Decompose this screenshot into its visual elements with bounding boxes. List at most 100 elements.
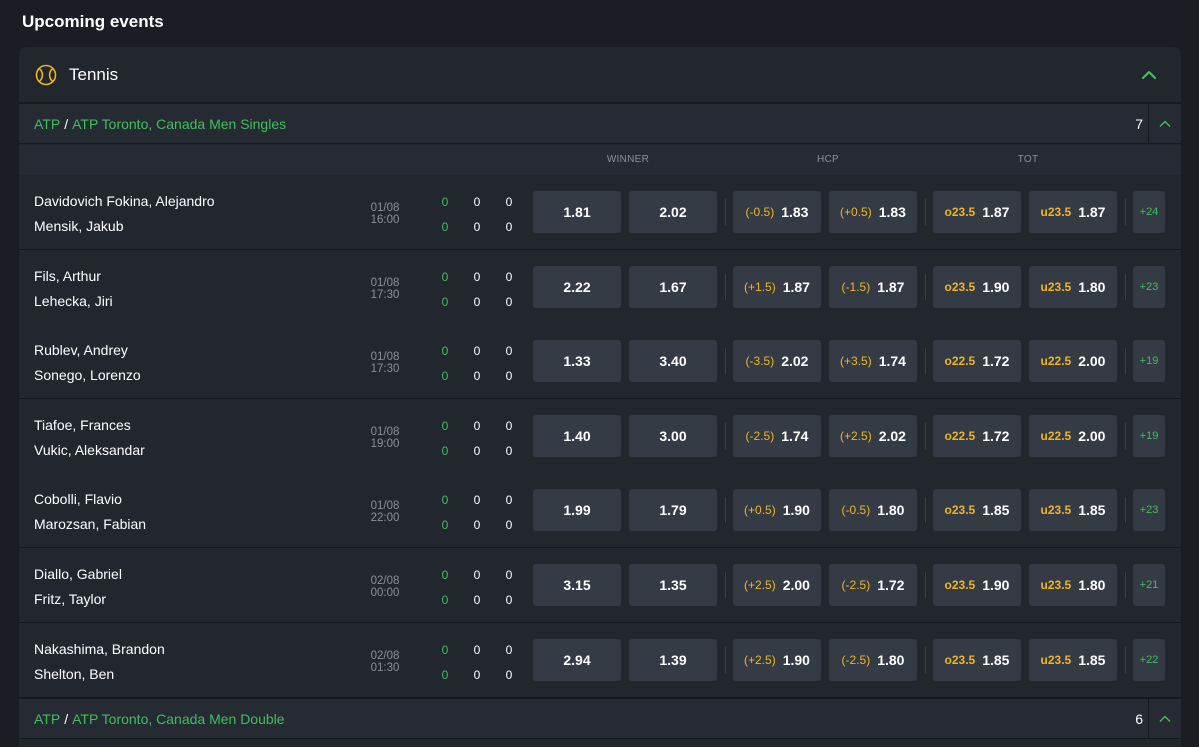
match-row[interactable]: Cobolli, Flavio Marozsan, Fabian 01/08 22:0… bbox=[19, 473, 1181, 548]
hcp-home-odds-button[interactable]: (+2.5) 2.00 bbox=[733, 564, 821, 606]
match-row[interactable]: Fils, Arthur Lehecka, Jiri 01/08 17:30 0 0 0 0 0… bbox=[19, 250, 1181, 325]
away-team-name[interactable]: Shelton, Ben bbox=[34, 666, 114, 682]
away-team-name[interactable]: Vukic, Aleksandar bbox=[34, 442, 145, 458]
more-markets-button[interactable]: +21 bbox=[1133, 564, 1165, 606]
winner-home-odds-button[interactable]: 3.15 bbox=[533, 564, 621, 606]
breadcrumb-separator: / bbox=[64, 710, 69, 727]
league-collapse-button[interactable] bbox=[1148, 699, 1181, 738]
total-line: u22.5 bbox=[1040, 354, 1072, 368]
total-over-odds-button[interactable]: o22.5 1.72 bbox=[933, 340, 1021, 382]
home-team-name[interactable]: Rublev, Andrey bbox=[34, 342, 128, 358]
total-under-odds-button[interactable]: u22.5 2.00 bbox=[1029, 340, 1117, 382]
total-over-odds-button[interactable]: o23.5 1.87 bbox=[933, 191, 1021, 233]
more-markets-button[interactable]: +19 bbox=[1133, 340, 1165, 382]
sport-header[interactable]: Tennis bbox=[19, 47, 1181, 103]
collapse-sport-button[interactable] bbox=[1139, 65, 1159, 85]
home-score: 0 bbox=[441, 344, 449, 358]
match-datetime: 02/08 01:30 bbox=[359, 650, 411, 674]
away-team-name[interactable]: Fritz, Taylor bbox=[34, 591, 106, 607]
total-under-odds-button[interactable]: u23.5 1.80 bbox=[1029, 266, 1117, 308]
match-row[interactable]: Nakashima, Brandon Shelton, Ben 02/08 01:30… bbox=[19, 623, 1181, 698]
hcp-away-odds-button[interactable]: (+0.5) 1.83 bbox=[829, 191, 917, 233]
total-line: o23.5 bbox=[944, 653, 976, 667]
winner-away-odds-button[interactable]: 1.67 bbox=[629, 266, 717, 308]
total-over-odds-button[interactable]: o23.5 1.85 bbox=[933, 489, 1021, 531]
winner-away-odds-button[interactable]: 1.39 bbox=[629, 639, 717, 681]
odds-value: 1.80 bbox=[877, 652, 905, 668]
home-team-name[interactable]: Diallo, Gabriel bbox=[34, 566, 122, 582]
total-over-odds-button[interactable]: o22.5 1.72 bbox=[933, 415, 1021, 457]
match-date: 02/08 bbox=[370, 575, 400, 587]
hcp-away-odds-button[interactable]: (-1.5) 1.87 bbox=[829, 266, 917, 308]
match-date: 01/08 bbox=[370, 500, 400, 512]
total-line: o22.5 bbox=[944, 354, 976, 368]
hcp-away-odds-button[interactable]: (-0.5) 1.80 bbox=[829, 489, 917, 531]
winner-home-odds-button[interactable]: 2.94 bbox=[533, 639, 621, 681]
match-datetime: 01/08 16:00 bbox=[359, 202, 411, 226]
match-row[interactable]: Diallo, Gabriel Fritz, Taylor 02/08 00:00 0 0… bbox=[19, 548, 1181, 623]
away-team-name[interactable]: Sonego, Lorenzo bbox=[34, 367, 141, 383]
hcp-home-odds-button[interactable]: (-2.5) 1.74 bbox=[733, 415, 821, 457]
hcp-home-odds-button[interactable]: (-0.5) 1.83 bbox=[733, 191, 821, 233]
winner-away-odds-button[interactable]: 1.79 bbox=[629, 489, 717, 531]
match-row[interactable]: Rublev, Andrey Sonego, Lorenzo 01/08 17:30 0… bbox=[19, 324, 1181, 399]
home-score: 0 bbox=[505, 493, 513, 507]
winner-home-odds-button[interactable]: 1.99 bbox=[533, 489, 621, 531]
winner-home-odds-button[interactable]: 1.33 bbox=[533, 340, 621, 382]
total-under-odds-button[interactable]: u23.5 1.85 bbox=[1029, 489, 1117, 531]
winner-away-odds-button[interactable]: 3.00 bbox=[629, 415, 717, 457]
winner-away-odds-button[interactable]: 2.02 bbox=[629, 191, 717, 233]
more-markets-button[interactable]: +23 bbox=[1133, 489, 1165, 531]
winner-home-odds-button[interactable]: 1.81 bbox=[533, 191, 621, 233]
winner-away-odds-button[interactable]: 1.35 bbox=[629, 564, 717, 606]
home-team-name[interactable]: Tiafoe, Frances bbox=[34, 417, 131, 433]
handicap-line: (+2.5) bbox=[744, 653, 776, 667]
league-name-link[interactable]: ATP Toronto, Canada Men Double bbox=[72, 711, 284, 727]
total-under-odds-button[interactable]: u23.5 1.87 bbox=[1029, 191, 1117, 233]
total-under-odds-button[interactable]: u23.5 1.80 bbox=[1029, 564, 1117, 606]
total-under-odds-button[interactable]: u23.5 1.85 bbox=[1029, 639, 1117, 681]
hcp-away-odds-button[interactable]: (+2.5) 2.02 bbox=[829, 415, 917, 457]
handicap-line: (-0.5) bbox=[841, 503, 871, 517]
match-time: 01:30 bbox=[370, 662, 400, 674]
home-team-name[interactable]: Nakashima, Brandon bbox=[34, 641, 165, 657]
column-divider bbox=[725, 647, 726, 673]
winner-away-odds-button[interactable]: 3.40 bbox=[629, 340, 717, 382]
total-over-odds-button[interactable]: o23.5 1.90 bbox=[933, 564, 1021, 606]
total-over-odds-button[interactable]: o23.5 1.85 bbox=[933, 639, 1021, 681]
more-markets-button[interactable]: +23 bbox=[1133, 266, 1165, 308]
match-datetime: 01/08 17:30 bbox=[359, 277, 411, 301]
more-markets-button[interactable]: +24 bbox=[1133, 191, 1165, 233]
odds-value: 1.90 bbox=[782, 502, 810, 518]
more-markets-button[interactable]: +19 bbox=[1133, 415, 1165, 457]
hcp-home-odds-button[interactable]: (+2.5) 1.90 bbox=[733, 639, 821, 681]
match-row[interactable]: Davidovich Fokina, Alejandro Mensik, Jaku… bbox=[19, 175, 1181, 250]
league-name-link[interactable]: ATP Toronto, Canada Men Singles bbox=[72, 116, 286, 132]
hcp-home-odds-button[interactable]: (+0.5) 1.90 bbox=[733, 489, 821, 531]
hcp-away-odds-button[interactable]: (-2.5) 1.80 bbox=[829, 639, 917, 681]
league-category-link[interactable]: ATP bbox=[34, 711, 60, 727]
total-under-odds-button[interactable]: u22.5 2.00 bbox=[1029, 415, 1117, 457]
away-team-name[interactable]: Lehecka, Jiri bbox=[34, 293, 113, 309]
hcp-home-odds-button[interactable]: (+1.5) 1.87 bbox=[733, 266, 821, 308]
total-line: u23.5 bbox=[1040, 653, 1072, 667]
home-team-name[interactable]: Cobolli, Flavio bbox=[34, 491, 122, 507]
away-score: 0 bbox=[441, 593, 449, 607]
league-collapse-button[interactable] bbox=[1148, 104, 1181, 143]
total-over-odds-button[interactable]: o23.5 1.90 bbox=[933, 266, 1021, 308]
winner-home-odds-button[interactable]: 1.40 bbox=[533, 415, 621, 457]
match-row[interactable]: Tiafoe, Frances Vukic, Aleksandar 01/08 19:… bbox=[19, 399, 1181, 474]
league-category-link[interactable]: ATP bbox=[34, 116, 60, 132]
hcp-away-odds-button[interactable]: (-2.5) 1.72 bbox=[829, 564, 917, 606]
league-row: ATP / ATP Toronto, Canada Men Singles 7 bbox=[19, 103, 1181, 144]
chevron-up-icon bbox=[1159, 715, 1171, 722]
home-team-name[interactable]: Davidovich Fokina, Alejandro bbox=[34, 193, 215, 209]
away-team-name[interactable]: Mensik, Jakub bbox=[34, 218, 123, 234]
more-markets-button[interactable]: +22 bbox=[1133, 639, 1165, 681]
hcp-away-odds-button[interactable]: (+3.5) 1.74 bbox=[829, 340, 917, 382]
column-divider bbox=[725, 199, 726, 225]
home-team-name[interactable]: Fils, Arthur bbox=[34, 268, 101, 284]
winner-home-odds-button[interactable]: 2.22 bbox=[533, 266, 621, 308]
away-team-name[interactable]: Marozsan, Fabian bbox=[34, 516, 146, 532]
hcp-home-odds-button[interactable]: (-3.5) 2.02 bbox=[733, 340, 821, 382]
